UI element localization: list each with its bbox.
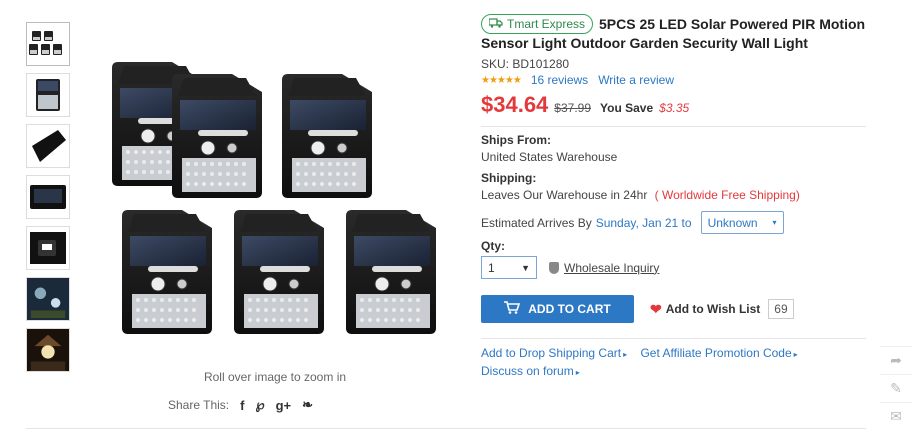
product-page: Roll over image to zoom in Share This: f… <box>0 0 920 432</box>
you-save-label: You Save <box>600 101 654 115</box>
thumbnail-night-scene[interactable] <box>26 328 70 372</box>
affiliate-label: Get Affiliate Promotion Code <box>640 346 792 360</box>
wholesale-label: Wholesale Inquiry <box>564 260 660 275</box>
arrival-select[interactable]: Unknown ▾ <box>700 211 784 234</box>
price-row: $34.64 $37.99 You Save $3.35 <box>481 92 866 120</box>
qty-row: 1 ▼ Wholesale Inquiry <box>481 256 866 279</box>
chevron-down-icon: ▼ <box>521 262 530 273</box>
drop-shipping-link[interactable]: Add to Drop Shipping Cart ▸ <box>481 346 627 360</box>
extra-links: Add to Drop Shipping Cart ▸ Get Affiliate… <box>481 345 866 381</box>
share-bar: Share This: f ℘ g+ ❧ <box>168 397 313 413</box>
chevron-down-icon: ▾ <box>772 218 777 227</box>
forum-label: Discuss on forum <box>481 364 574 378</box>
chevron-right-icon: ▸ <box>575 368 580 377</box>
original-price: $37.99 <box>554 101 591 115</box>
qty-value: 1 <box>488 260 495 275</box>
side-toolbar: ➦ ✎ ✉ <box>880 346 912 430</box>
cart-icon <box>504 301 521 317</box>
truck-icon <box>488 15 503 33</box>
shipping-label: Shipping: <box>481 171 537 185</box>
facebook-icon[interactable]: f <box>240 398 244 413</box>
sku-value: BD101280 <box>512 57 570 71</box>
thumbnail-five-lights[interactable] <box>26 22 70 66</box>
edit-icon[interactable]: ✎ <box>880 374 912 402</box>
zoom-hint: Roll over image to zoom in <box>203 370 347 384</box>
thumbnail-list <box>26 22 72 379</box>
divider <box>481 338 866 339</box>
share-label: Share This: <box>168 398 230 412</box>
share-arrow-icon[interactable]: ➦ <box>880 346 912 374</box>
mail-icon[interactable]: ✉ <box>880 402 912 430</box>
qty-label: Qty: <box>481 239 505 253</box>
rating-row: ★★★★★ 16 reviews Write a review <box>481 73 866 87</box>
thumbnail-garden-night[interactable] <box>26 277 70 321</box>
wishlist-count: 69 <box>768 299 794 319</box>
thumbnail-single-light[interactable] <box>26 73 70 117</box>
sku-label: SKU: <box>481 57 510 71</box>
star-rating-icon: ★★★★★ <box>481 74 522 86</box>
shield-icon <box>549 261 559 274</box>
add-to-cart-button[interactable]: ADD TO CART <box>481 295 634 323</box>
thumbnail-lit-light[interactable] <box>26 226 70 270</box>
google-plus-icon[interactable]: g+ <box>276 398 292 413</box>
affiliate-link[interactable]: Get Affiliate Promotion Code ▸ <box>640 346 797 360</box>
pinterest-icon[interactable]: ℘ <box>256 397 265 413</box>
reviews-link[interactable]: 16 reviews <box>531 73 588 87</box>
sku-row: SKU: BD101280 <box>481 57 866 71</box>
drop-shipping-label: Add to Drop Shipping Cart <box>481 346 622 360</box>
arrival-row: Estimated Arrives By Sunday, Jan 21 to U… <box>481 211 866 234</box>
divider <box>26 428 866 429</box>
heart-icon: ❤ <box>650 300 662 317</box>
product-details: Tmart Express 5PCS 25 LED Solar Powered … <box>481 14 866 381</box>
current-price: $34.64 <box>481 92 549 117</box>
product-title-row: Tmart Express 5PCS 25 LED Solar Powered … <box>481 14 866 52</box>
twitter-icon[interactable]: ❧ <box>302 397 313 413</box>
ships-from-label: Ships From: <box>481 133 552 147</box>
arrives-date: Sunday, Jan 21 to <box>595 215 692 230</box>
add-to-cart-label: ADD TO CART <box>528 302 611 316</box>
arrives-label: Estimated Arrives By <box>481 215 592 230</box>
main-product-image[interactable] <box>110 62 440 362</box>
express-badge-label: Tmart Express <box>507 17 586 31</box>
express-badge[interactable]: Tmart Express <box>481 14 594 34</box>
thumbnail-top-view[interactable] <box>26 175 70 219</box>
arrival-select-value: Unknown <box>707 215 758 230</box>
forum-link[interactable]: Discuss on forum ▸ <box>481 364 580 378</box>
wholesale-inquiry-link[interactable]: Wholesale Inquiry <box>549 261 659 275</box>
qty-select[interactable]: 1 ▼ <box>481 256 537 279</box>
chevron-right-icon: ▸ <box>623 350 628 359</box>
shipping-value: Leaves Our Warehouse in 24hr <box>481 188 648 202</box>
thumbnail-side-view[interactable] <box>26 124 70 168</box>
add-to-wishlist-button[interactable]: ❤ Add to Wish List 69 <box>650 299 794 319</box>
wishlist-label: Add to Wish List <box>665 302 761 316</box>
free-shipping-note: ( Worldwide Free Shipping) <box>654 188 800 202</box>
ships-from-value: United States Warehouse <box>481 150 618 164</box>
write-review-link[interactable]: Write a review <box>598 73 674 87</box>
shipping-value-row: Leaves Our Warehouse in 24hr ( Worldwide… <box>481 188 866 202</box>
chevron-right-icon: ▸ <box>793 350 798 359</box>
divider <box>481 126 866 127</box>
you-save-value: $3.35 <box>659 101 690 115</box>
cart-row: ADD TO CART ❤ Add to Wish List 69 <box>481 295 866 323</box>
